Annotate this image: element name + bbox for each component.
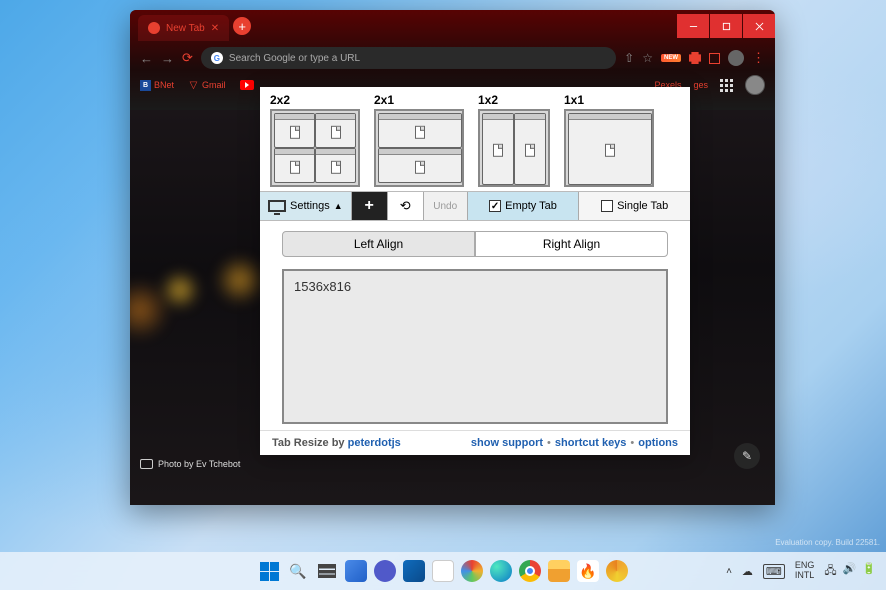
close-tab-icon[interactable]: ✕: [211, 23, 219, 34]
bookmark-star-icon[interactable]: ☆: [642, 51, 653, 65]
url-placeholder: Search Google or type a URL: [229, 53, 360, 64]
taskbar-app-canary[interactable]: [606, 560, 628, 582]
right-align-button[interactable]: Right Align: [475, 231, 668, 257]
refresh-button[interactable]: ⟲: [388, 192, 424, 220]
taskbar-app-chat[interactable]: [374, 560, 396, 582]
align-controls: Left Align Right Align: [260, 221, 690, 263]
volume-icon: 🔊: [843, 562, 857, 581]
refresh-icon: ⟲: [400, 198, 411, 214]
network-icon: 🖧: [824, 562, 836, 581]
tab-resize-extension-icon[interactable]: [709, 53, 720, 64]
taskbar-app-mail[interactable]: [403, 560, 425, 582]
maximize-button[interactable]: [710, 14, 742, 38]
minimize-button[interactable]: [677, 14, 709, 38]
evaluation-watermark: Evaluation copy. Build 22581.: [775, 538, 880, 548]
taskbar-app-chrome[interactable]: [519, 560, 541, 582]
taskbar-app-explorer[interactable]: [548, 560, 570, 582]
back-button[interactable]: ←: [140, 51, 153, 66]
url-input[interactable]: G Search Google or type a URL: [201, 47, 616, 69]
author-link[interactable]: peterdotjs: [348, 437, 401, 449]
forward-button[interactable]: →: [161, 51, 174, 66]
layout-2x1[interactable]: 2x1: [374, 93, 464, 187]
left-align-button[interactable]: Left Align: [282, 231, 475, 257]
layout-options: 2x2 2x1 1x2 1x1: [260, 87, 690, 191]
search-button[interactable]: 🔍: [287, 560, 309, 582]
account-avatar[interactable]: [745, 75, 765, 95]
battery-icon: 🔋: [862, 562, 876, 581]
resolution-display: 1536x816: [282, 269, 668, 424]
close-window-button[interactable]: [743, 14, 775, 38]
bookmark-youtube[interactable]: [240, 80, 254, 90]
popup-footer: Tab Resize by peterdotjs show support • …: [260, 430, 690, 455]
browser-titlebar: New Tab ✕ +: [130, 10, 775, 42]
show-support-link[interactable]: show support: [471, 437, 543, 449]
tray-overflow-button[interactable]: ˄: [726, 566, 732, 577]
start-button[interactable]: [258, 560, 280, 582]
add-layout-button[interactable]: +: [352, 192, 388, 220]
taskbar-app-edge[interactable]: [490, 560, 512, 582]
taskbar-app-flame[interactable]: 🔥: [577, 560, 599, 582]
system-tray: ˄ ☁ ⌨ ENG INTL 🖧 🔊 🔋: [726, 561, 876, 581]
customize-button[interactable]: ✎: [734, 443, 760, 469]
address-bar: ← → ⟳ G Search Google or type a URL ⇧ ☆ …: [130, 42, 775, 74]
new-tab-button[interactable]: +: [233, 17, 251, 35]
link-icon: [140, 459, 153, 469]
taskbar: 🔍 🔥 ˄ ☁ ⌨ ENG INTL 🖧 🔊 🔋: [0, 552, 886, 590]
google-icon: G: [211, 52, 223, 64]
options-link[interactable]: options: [638, 437, 678, 449]
extension-new-badge[interactable]: NEW: [661, 54, 681, 62]
single-tab-toggle[interactable]: Single Tab: [579, 192, 690, 220]
shortcut-keys-link[interactable]: shortcut keys: [555, 437, 627, 449]
layout-2x2[interactable]: 2x2: [270, 93, 360, 187]
popup-toolbar: Settings ▲ + ⟲ Undo Empty Tab Single Tab: [260, 191, 690, 221]
bookmark-gmail[interactable]: ▽Gmail: [188, 80, 226, 91]
quick-settings[interactable]: 🖧 🔊 🔋: [824, 562, 876, 581]
empty-tab-toggle[interactable]: Empty Tab: [468, 192, 580, 220]
bookmark-bnet[interactable]: BBNet: [140, 80, 174, 91]
browser-tab[interactable]: New Tab ✕: [138, 15, 229, 41]
extensions-icon[interactable]: [689, 52, 701, 64]
layout-1x1[interactable]: 1x1: [564, 93, 654, 187]
apps-grid-icon[interactable]: [720, 79, 733, 92]
language-indicator[interactable]: ENG INTL: [795, 561, 815, 581]
layout-1x2[interactable]: 1x2: [478, 93, 550, 187]
footer-credit: Tab Resize by peterdotjs: [272, 437, 401, 449]
share-icon[interactable]: ⇧: [624, 51, 634, 65]
tab-icon: [148, 22, 160, 34]
plus-icon: +: [365, 197, 374, 215]
task-view-button[interactable]: [316, 560, 338, 582]
page-link-images[interactable]: ges: [693, 80, 708, 90]
taskbar-app-widgets[interactable]: [345, 560, 367, 582]
reload-button[interactable]: ⟳: [182, 50, 193, 66]
checkbox-checked-icon: [489, 200, 501, 212]
taskbar-app-settings[interactable]: [461, 560, 483, 582]
monitor-icon: [268, 200, 286, 212]
settings-button[interactable]: Settings ▲: [260, 192, 352, 220]
menu-button[interactable]: ⋮: [752, 50, 765, 66]
photo-credit[interactable]: Photo by Ev Tchebot: [140, 459, 240, 469]
profile-avatar[interactable]: [728, 50, 744, 66]
undo-button[interactable]: Undo: [424, 192, 468, 220]
tab-label: New Tab: [166, 23, 205, 34]
tray-keyboard-icon[interactable]: ⌨: [763, 564, 785, 579]
checkbox-unchecked-icon: [601, 200, 613, 212]
taskbar-app-store[interactable]: [432, 560, 454, 582]
chevron-up-icon: ▲: [334, 201, 343, 211]
tab-resize-popup: 2x2 2x1 1x2 1x1: [260, 87, 690, 455]
onedrive-icon[interactable]: ☁: [742, 565, 753, 578]
